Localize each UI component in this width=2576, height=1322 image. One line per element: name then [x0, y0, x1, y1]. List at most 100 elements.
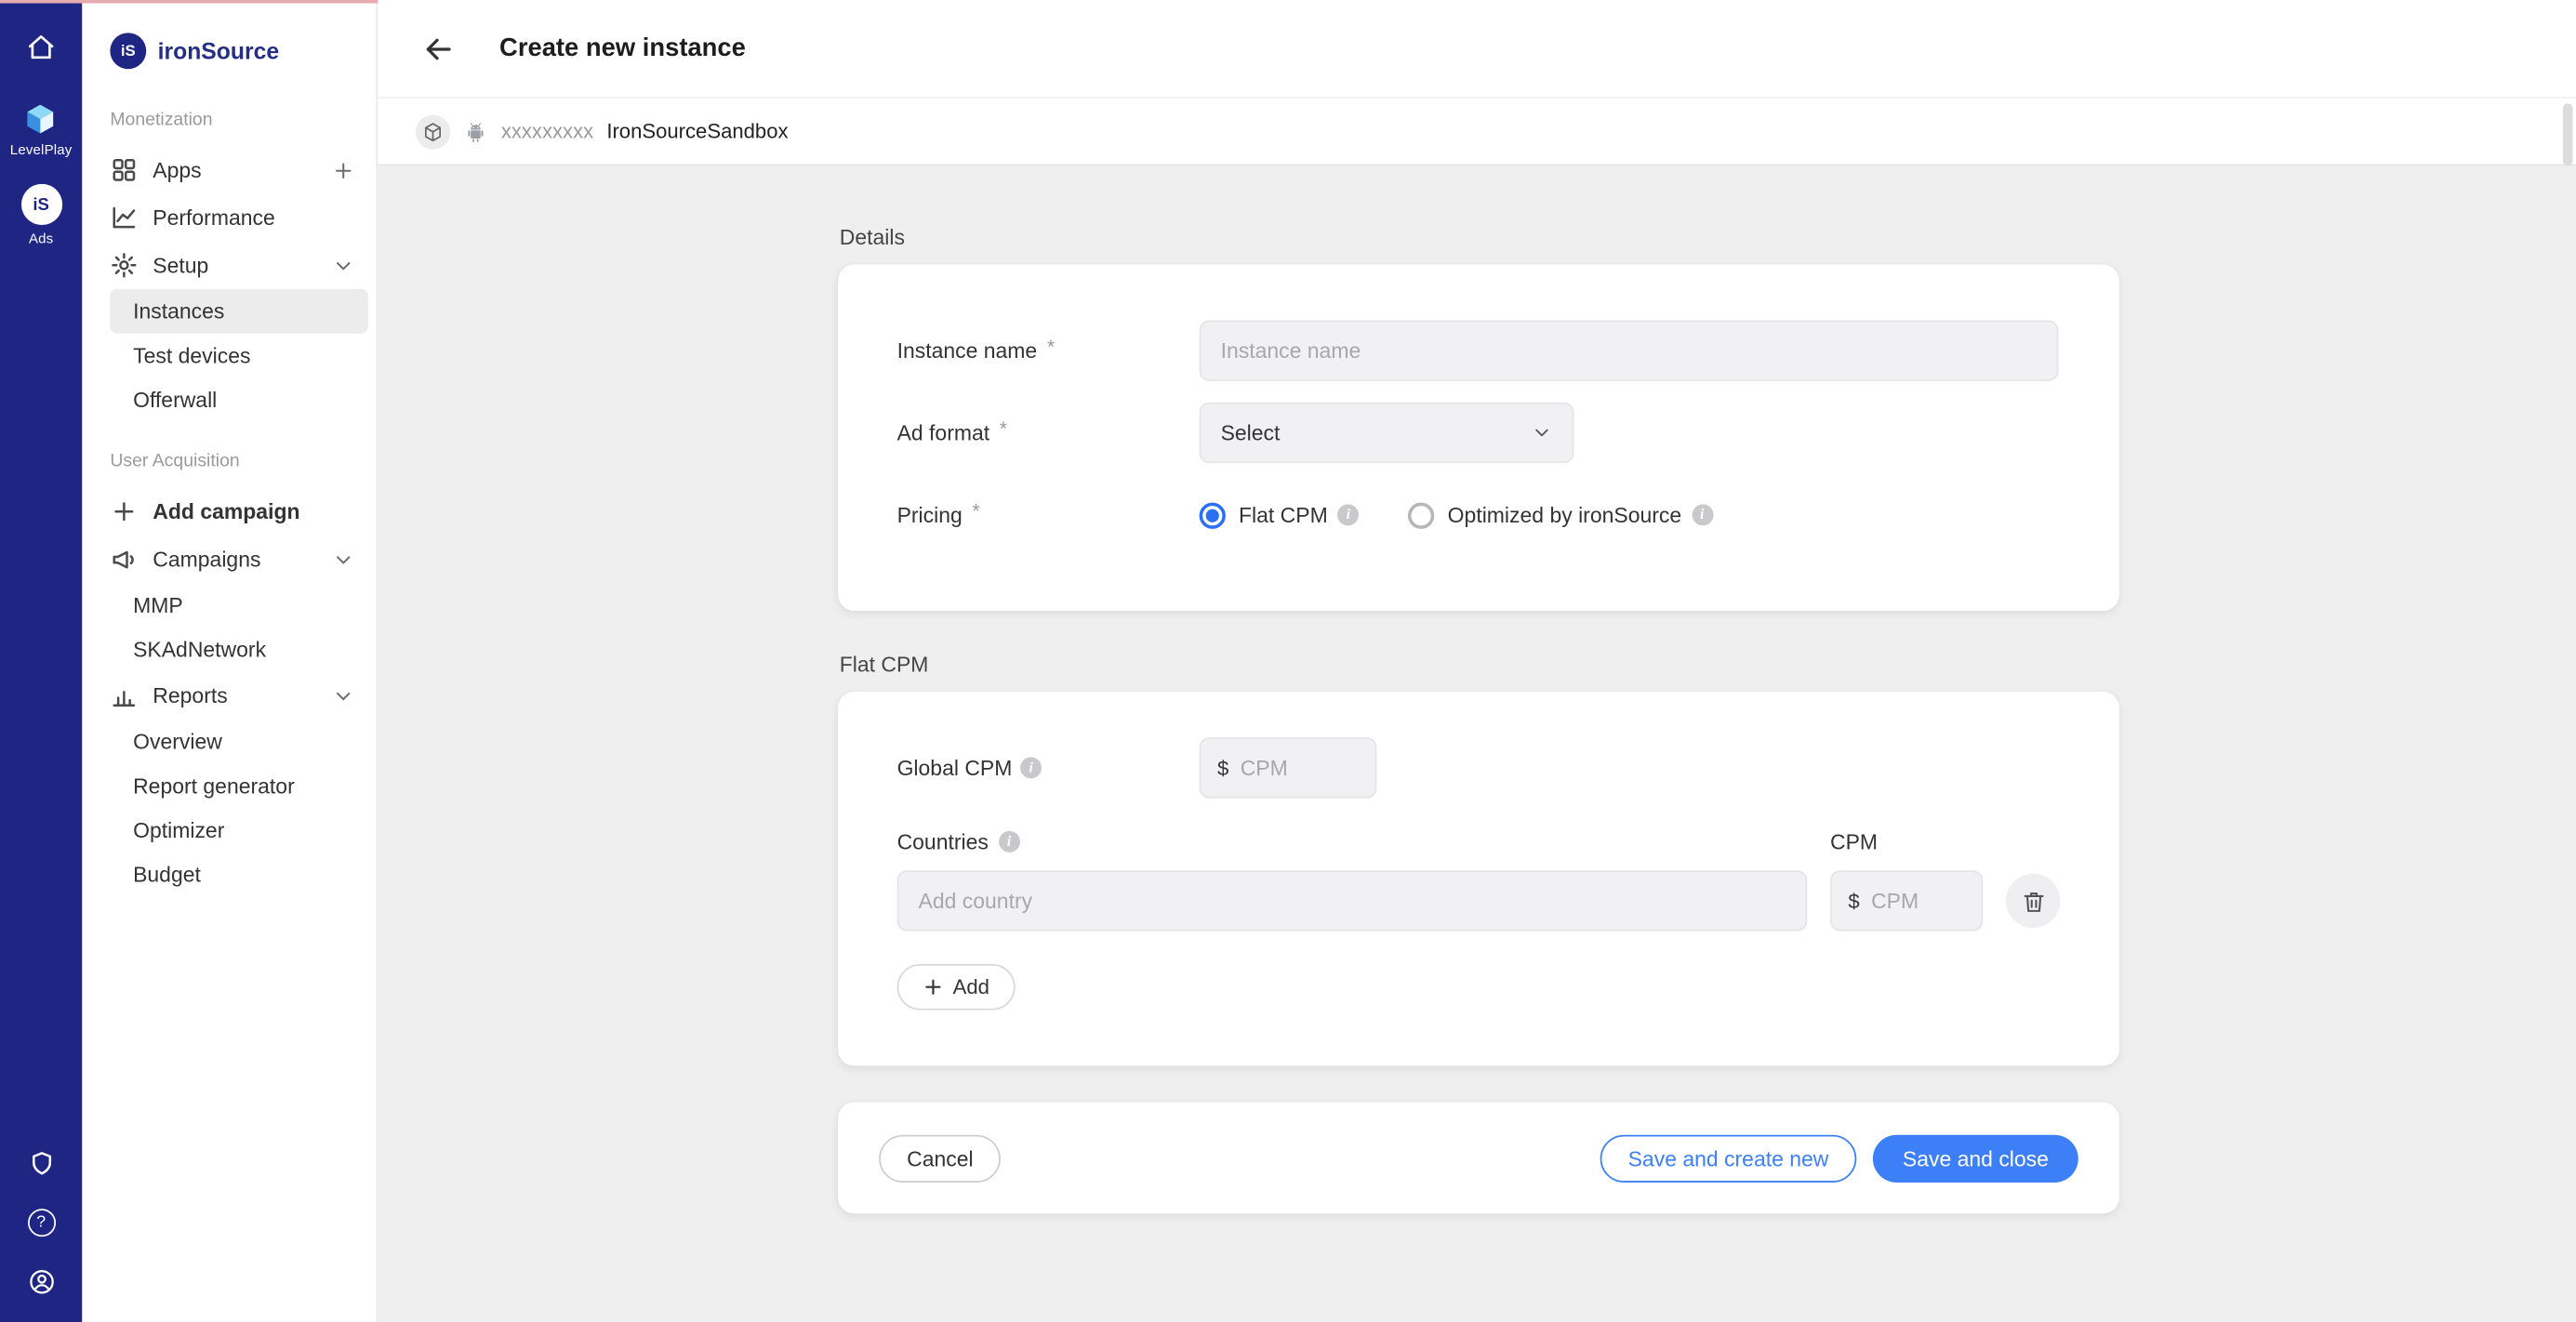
info-icon[interactable] — [1020, 757, 1042, 778]
pricing-flat-cpm-radio[interactable]: Flat CPM — [1200, 502, 1360, 528]
instance-name-label: Instance name* — [897, 338, 1200, 363]
details-card: Instance name* Ad format* Select — [838, 264, 2119, 611]
sidebar-item-campaigns[interactable]: Campaigns — [82, 535, 376, 583]
details-section-label: Details — [840, 225, 2576, 249]
country-input[interactable] — [897, 870, 1808, 931]
sidebar-item-skadnetwork[interactable]: SKAdNetwork — [110, 628, 367, 672]
pricing-optimized-radio[interactable]: Optimized by ironSource — [1408, 502, 1712, 528]
ad-format-row: Ad format* Select — [897, 403, 2061, 463]
levelplay-icon — [24, 102, 59, 137]
page-header: Create new instance — [378, 0, 2576, 99]
flat-cpm-option-label: Flat CPM — [1239, 503, 1328, 527]
sidebar-item-apps[interactable]: Apps — [82, 146, 376, 193]
ad-format-value: Select — [1221, 420, 1281, 444]
apps-icon — [110, 156, 138, 184]
ironsource-logo[interactable]: iS ironSource — [82, 0, 376, 69]
app-context-bar: xxxxxxxxx IronSourceSandbox — [378, 99, 2576, 165]
footer-actions-card: Cancel Save and create new Save and clos… — [838, 1102, 2119, 1213]
rail-item-privacy[interactable] — [27, 1150, 55, 1178]
cancel-button[interactable]: Cancel — [879, 1134, 1002, 1182]
global-cpm-input[interactable] — [1241, 756, 1359, 780]
sidebar-item-performance[interactable]: Performance — [82, 193, 376, 241]
save-and-create-new-button[interactable]: Save and create new — [1600, 1134, 1857, 1182]
global-cpm-row: Global CPM $ — [897, 737, 2061, 798]
optimized-option-label: Optimized by ironSource — [1448, 503, 1681, 527]
global-cpm-label: Global CPM — [897, 756, 1200, 780]
app-name: IronSourceSandbox — [606, 120, 788, 143]
back-button[interactable] — [420, 31, 457, 67]
ad-format-label: Ad format* — [897, 420, 1200, 444]
instance-name-row: Instance name* — [897, 320, 2061, 380]
radio-selected-icon — [1200, 502, 1226, 528]
sidebar-item-setup-label: Setup — [153, 253, 208, 277]
rail-bottom: ? — [27, 1150, 55, 1322]
app-id: xxxxxxxxx — [501, 120, 593, 143]
rail-item-home[interactable] — [26, 33, 56, 62]
delete-country-row-button[interactable] — [2006, 874, 2060, 928]
product-rail: LevelPlay iS Ads ? — [0, 0, 82, 1322]
sidebar-item-reports-label: Reports — [153, 683, 227, 707]
info-icon[interactable] — [1692, 504, 1713, 525]
radio-unselected-icon — [1408, 502, 1434, 528]
info-icon[interactable] — [1337, 504, 1359, 525]
sidebar-item-reports[interactable]: Reports — [82, 672, 376, 720]
sidebar-item-report-generator[interactable]: Report generator — [110, 763, 367, 808]
plus-icon — [110, 497, 138, 525]
sidebar-item-overview[interactable]: Overview — [110, 720, 367, 764]
save-and-close-button[interactable]: Save and close — [1873, 1134, 2078, 1182]
plus-icon — [923, 977, 943, 997]
sidebar-item-setup[interactable]: Setup — [82, 242, 376, 289]
rail-label-ads: Ads — [29, 230, 53, 246]
country-row: $ — [897, 870, 2061, 931]
user-icon — [27, 1268, 55, 1296]
arrow-left-icon — [420, 31, 457, 67]
country-cpm-field: $ — [1830, 870, 1983, 931]
bar-chart-icon — [110, 681, 138, 709]
flat-cpm-card: Global CPM $ Countries CPM — [838, 692, 2119, 1066]
instance-name-input[interactable] — [1200, 320, 2059, 380]
scrollbar-thumb[interactable] — [2563, 103, 2573, 165]
sidebar-item-apps-label: Apps — [153, 158, 201, 182]
ironsource-logo-text: ironSource — [158, 38, 280, 64]
app-cube-icon — [416, 114, 450, 149]
window-accent-line — [0, 0, 378, 4]
app-root: LevelPlay iS Ads ? iS ironSource Monetiz… — [0, 0, 2576, 1322]
trash-icon — [2020, 888, 2046, 914]
sidebar-item-instances[interactable]: Instances — [110, 289, 367, 334]
chevron-down-icon[interactable] — [332, 254, 355, 277]
chevron-down-icon[interactable] — [332, 548, 355, 571]
chevron-down-icon[interactable] — [332, 684, 355, 707]
countries-header-row: Countries CPM — [897, 829, 2061, 853]
pricing-row: Pricing* Flat CPM Optimized by ironSourc… — [897, 484, 2061, 545]
performance-icon — [110, 204, 138, 231]
rail-item-help[interactable]: ? — [27, 1209, 55, 1236]
sidebar-item-test-devices[interactable]: Test devices — [110, 334, 367, 378]
add-app-icon[interactable] — [332, 158, 355, 181]
rail-item-levelplay[interactable]: LevelPlay — [10, 102, 73, 158]
sidebar-item-offerwall[interactable]: Offerwall — [110, 377, 367, 422]
rail-item-account[interactable] — [27, 1268, 55, 1296]
countries-column-label: Countries — [897, 829, 1808, 853]
required-mark: * — [1047, 335, 1055, 358]
currency-symbol: $ — [1848, 890, 1859, 913]
currency-symbol: $ — [1217, 757, 1228, 780]
ad-format-select[interactable]: Select — [1200, 403, 1574, 463]
cpm-column-label: CPM — [1830, 829, 1983, 853]
sidebar-item-add-campaign[interactable]: Add campaign — [82, 488, 376, 535]
add-country-button[interactable]: Add — [897, 964, 1016, 1010]
country-cpm-input[interactable] — [1871, 889, 1965, 913]
sidebar-item-mmp[interactable]: MMP — [110, 583, 367, 628]
home-icon — [26, 33, 56, 62]
pricing-label: Pricing* — [897, 503, 1200, 527]
content: Details Instance name* Ad format* Select — [378, 165, 2576, 1322]
sidebar-item-optimizer[interactable]: Optimizer — [110, 808, 367, 853]
sidebar-item-performance-label: Performance — [153, 205, 274, 230]
gear-icon — [110, 251, 138, 279]
add-country-button-label: Add — [953, 975, 989, 998]
rail-item-ads[interactable]: iS Ads — [20, 184, 61, 246]
sidebar-item-budget[interactable]: Budget — [110, 853, 367, 897]
chevron-down-icon — [1531, 422, 1552, 443]
info-icon[interactable] — [998, 831, 1019, 853]
sidebar-item-campaigns-label: Campaigns — [153, 547, 260, 571]
sidebar: iS ironSource Monetization Apps Performa… — [82, 0, 378, 1322]
